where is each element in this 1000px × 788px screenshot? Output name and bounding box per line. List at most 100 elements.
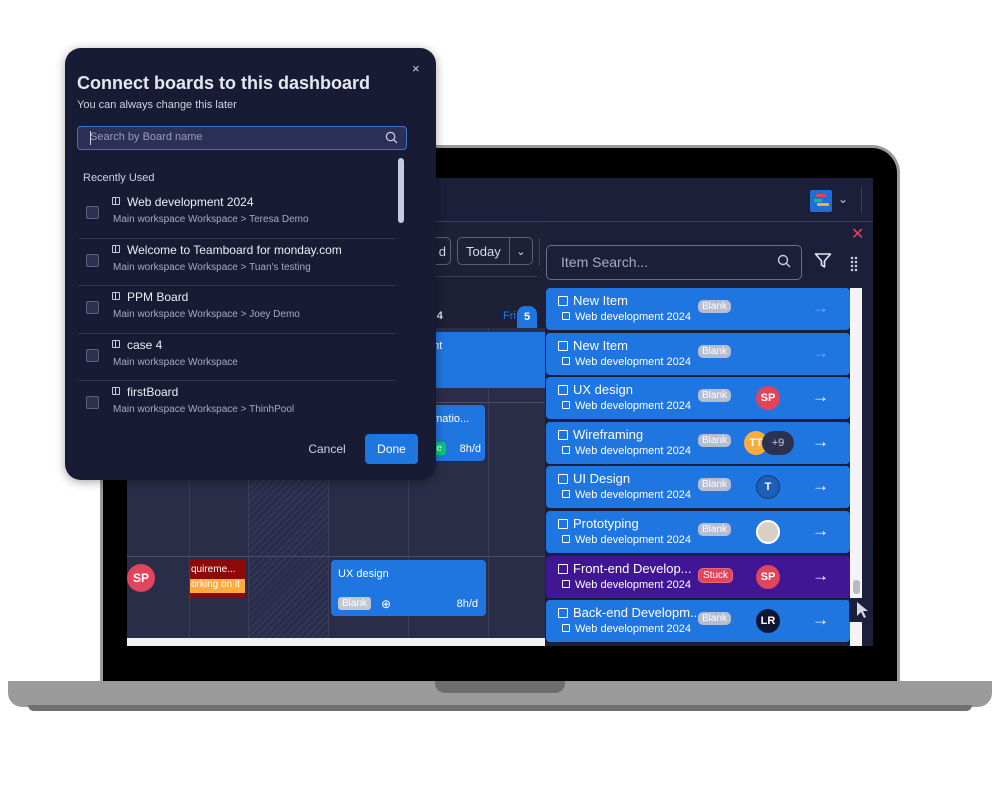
- item-card[interactable]: Back-end Developm... Web development 2024…: [546, 600, 850, 643]
- board-workspace-path: Main workspace Workspace: [113, 356, 238, 368]
- open-item-arrow-icon[interactable]: →: [812, 521, 829, 541]
- item-list: New Item Web development 2024 Blank → New It…: [546, 288, 850, 645]
- board-icon: [112, 387, 120, 395]
- calendar-task-requirements[interactable]: quireme... orking on it: [190, 560, 245, 598]
- board-icon: [562, 579, 570, 588]
- assignee-avatar[interactable]: SP: [756, 564, 780, 589]
- board-list-item[interactable]: firstBoard Main workspace Workspace > Thi…: [79, 381, 395, 416]
- open-item-arrow-icon[interactable]: →: [812, 298, 829, 318]
- assignee-avatar[interactable]: SP: [127, 564, 155, 592]
- close-icon[interactable]: ✕: [851, 224, 864, 244]
- item-card[interactable]: UI Design Web development 2024 Blank T →: [546, 466, 850, 509]
- calendar-task-ux-design[interactable]: UX design Blank ⊕ 8h/d: [331, 560, 486, 616]
- app-menu-chevron-icon[interactable]: ⌄: [838, 192, 848, 206]
- open-item-arrow-icon[interactable]: →: [812, 343, 829, 363]
- item-card[interactable]: New Item Web development 2024 Blank →: [546, 288, 850, 330]
- board-checkbox[interactable]: [86, 348, 99, 362]
- board-name: case 4: [127, 337, 163, 352]
- item-card[interactable]: Wireframing Web development 2024 Blank TT +9…: [546, 421, 850, 464]
- item-search-input[interactable]: Item Search...: [546, 245, 802, 280]
- today-button[interactable]: Today ⌄: [457, 237, 533, 265]
- board-list-item[interactable]: PPM Board Main workspace Workspace > Joey…: [79, 286, 395, 334]
- item-title: New Item: [558, 293, 628, 308]
- item-title: UX design: [558, 382, 633, 397]
- filter-icon[interactable]: [814, 252, 832, 275]
- search-icon: [777, 254, 791, 271]
- laptop-mockup: ⌄ d Today ⌄ u 4 Fri 5 ent: [0, 0, 1000, 788]
- task-hours: 8h/d: [459, 443, 481, 455]
- topbar-divider: [861, 186, 862, 214]
- board-workspace-path: Main workspace Workspace > Tuan's testin…: [113, 261, 311, 273]
- board-checkbox[interactable]: [86, 301, 99, 314]
- toolbar-divider: [539, 238, 540, 266]
- open-item-arrow-icon[interactable]: →: [812, 566, 829, 586]
- item-board: Web development 2024: [562, 445, 691, 457]
- board-name: PPM Board: [127, 290, 189, 304]
- assignee-avatar[interactable]: [756, 519, 780, 544]
- today-label: Today: [458, 238, 510, 264]
- assignee-avatar[interactable]: SP: [756, 386, 780, 411]
- item-status[interactable]: Blank: [698, 522, 732, 536]
- board-list-item[interactable]: Welcome to Teamboard for monday.com Main …: [79, 239, 395, 286]
- board-search-input[interactable]: Search by Board name: [77, 126, 407, 150]
- previous-label: d: [438, 243, 446, 259]
- today-date-badge: 5: [517, 306, 537, 328]
- board-list-item[interactable]: Web development 2024 Main workspace Works…: [79, 191, 395, 239]
- open-item-arrow-icon[interactable]: →: [812, 610, 829, 630]
- board-icon: [562, 624, 570, 633]
- item-card[interactable]: New Item Web development 2024 Blank →: [546, 332, 850, 375]
- add-comment-icon[interactable]: ⊕: [381, 597, 391, 611]
- task-name: UX design: [338, 568, 389, 580]
- board-name: Web development 2024: [127, 195, 254, 209]
- item-status[interactable]: Blank: [698, 612, 732, 626]
- board-icon: [112, 292, 120, 300]
- board-checkbox[interactable]: [86, 396, 99, 409]
- board-icon: [562, 312, 570, 320]
- board-icon: [562, 401, 570, 410]
- drag-handle-icon[interactable]: [850, 256, 858, 272]
- extra-assignees-badge[interactable]: +9: [762, 430, 794, 455]
- item-icon: [558, 563, 568, 574]
- item-status[interactable]: Blank: [698, 344, 732, 358]
- item-card[interactable]: Front-end Develop... Web development 2024…: [546, 555, 850, 598]
- close-icon[interactable]: ×: [412, 61, 420, 76]
- board-checkbox[interactable]: [86, 206, 99, 219]
- search-icon: [385, 131, 398, 147]
- teamboard-logo-icon[interactable]: [810, 190, 832, 212]
- calendar-task[interactable]: ent: [427, 332, 547, 388]
- item-title: Front-end Develop...: [558, 561, 692, 576]
- item-title: Prototyping: [558, 516, 639, 531]
- item-status[interactable]: Blank: [698, 300, 732, 313]
- modal-scrollbar[interactable]: [398, 158, 404, 223]
- board-search-placeholder: Search by Board name: [90, 131, 203, 143]
- open-item-arrow-icon[interactable]: →: [812, 432, 829, 452]
- item-status[interactable]: Blank: [698, 389, 732, 403]
- done-button[interactable]: Done: [365, 434, 418, 464]
- item-icon: [558, 518, 568, 529]
- item-card[interactable]: Prototyping Web development 2024 Blank →: [546, 510, 850, 553]
- item-status[interactable]: Blank: [698, 478, 732, 492]
- recently-used-label: Recently Used: [83, 172, 155, 184]
- item-status[interactable]: Blank: [698, 433, 732, 447]
- item-icon: [558, 340, 568, 351]
- scrollbar-thumb[interactable]: [853, 580, 860, 594]
- cancel-button[interactable]: Cancel: [297, 434, 357, 464]
- toolbar-underline: [427, 276, 537, 277]
- laptop-base-lip: [28, 705, 972, 711]
- day-label-fri: Fri: [503, 310, 516, 322]
- item-board: Web development 2024: [562, 356, 691, 368]
- board-list-item[interactable]: case 4 Main workspace Workspace: [79, 334, 395, 381]
- item-icon: [558, 429, 568, 440]
- assignee-avatar[interactable]: LR: [756, 609, 780, 634]
- board-checkbox[interactable]: [86, 253, 99, 267]
- open-item-arrow-icon[interactable]: →: [812, 476, 829, 496]
- item-icon: [558, 385, 568, 396]
- item-card[interactable]: UX design Web development 2024 Blank SP →: [546, 377, 850, 420]
- item-board: Web development 2024: [562, 534, 691, 546]
- open-item-arrow-icon[interactable]: →: [812, 387, 829, 407]
- item-status[interactable]: Stuck: [698, 567, 734, 583]
- board-icon: [112, 244, 120, 253]
- mouse-cursor-icon: [849, 598, 873, 622]
- chevron-down-icon[interactable]: ⌄: [510, 245, 532, 258]
- assignee-avatar[interactable]: T: [756, 475, 780, 500]
